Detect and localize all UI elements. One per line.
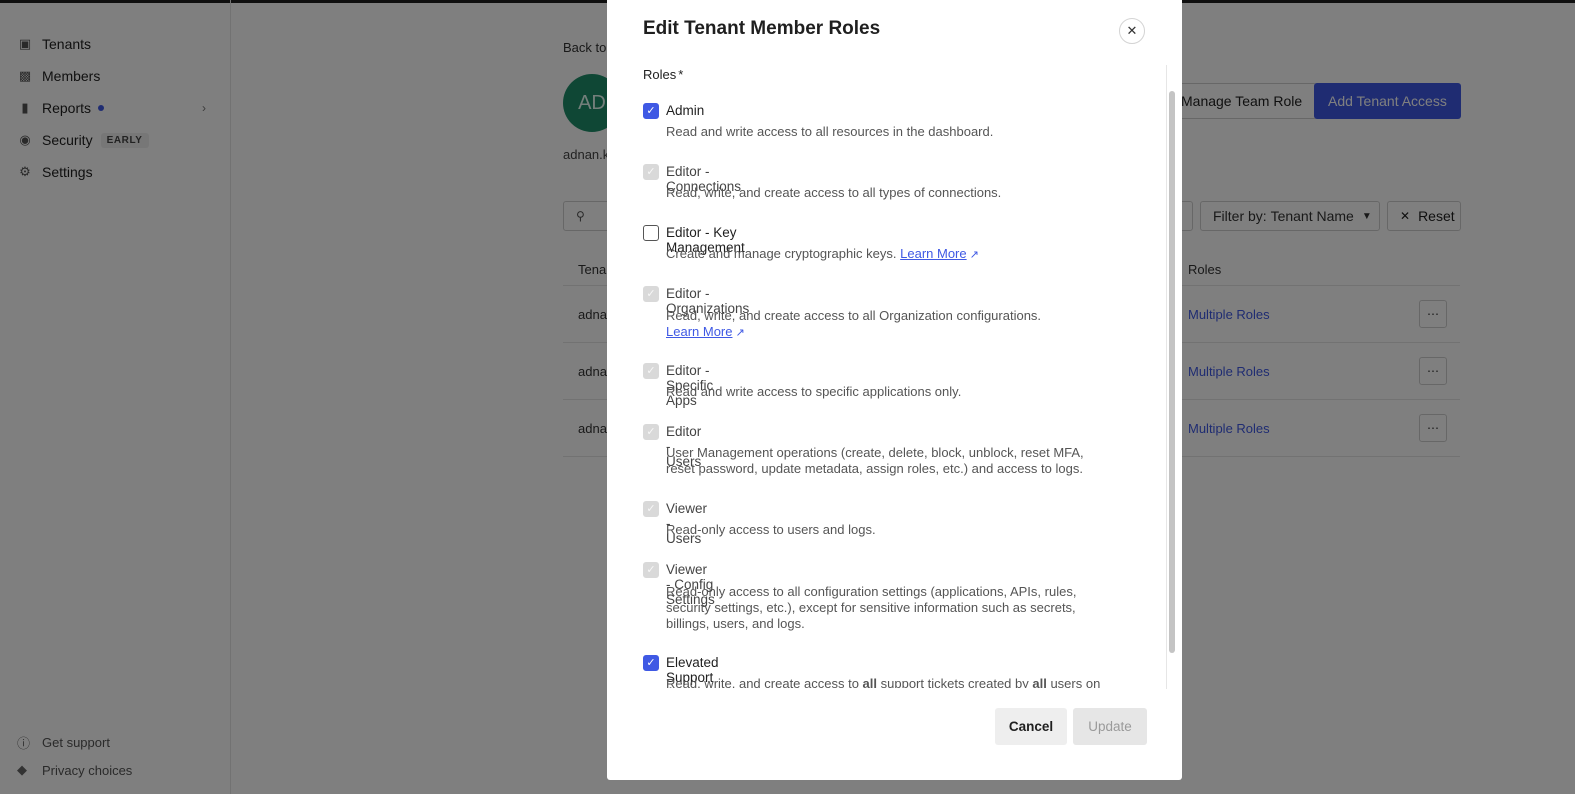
role-description: Read and write access to specific applic… [666,384,962,399]
scrollbar-thumb[interactable] [1169,91,1175,653]
checkbox-checked[interactable]: ✓ [643,655,659,671]
learn-more-link[interactable]: Learn More [900,246,966,261]
dialog-title: Edit Tenant Member Roles [643,18,881,39]
update-button[interactable]: Update [1073,708,1147,745]
checkbox-disabled: ✓ [643,424,659,440]
role-description: Create and manage cryptographic keys. Le… [666,246,979,261]
cancel-button[interactable]: Cancel [995,708,1067,745]
role-description: Read, write, and create access to all Or… [666,308,1042,339]
external-link-icon: ↗ [969,249,979,261]
checkbox-checked[interactable]: ✓ [643,103,659,119]
close-button[interactable]: ✕ [1119,18,1145,44]
checkbox-disabled: ✓ [643,501,659,517]
external-link-icon: ↗ [735,327,745,339]
role-description: Read, write, and create access to all ty… [666,185,1002,200]
learn-more-link[interactable]: Learn More [666,324,732,339]
close-icon: ✕ [1126,23,1138,38]
role-name: Admin [666,103,705,118]
roles-list[interactable]: ✓ Admin Read and write access to all res… [643,90,1133,688]
checkbox-disabled: ✓ [643,286,659,302]
scrollbar[interactable] [1166,65,1176,689]
role-description: Read-only access to users and logs. [666,522,876,537]
role-description: User Management operations (create, dele… [666,445,1084,476]
checkbox-unchecked[interactable] [643,225,659,241]
checkbox-disabled: ✓ [643,562,659,578]
role-description: Read, write, and create access to all su… [666,676,1101,688]
role-description: Read and write access to all resources i… [666,124,994,139]
checkbox-disabled: ✓ [643,164,659,180]
edit-roles-dialog: Edit Tenant Member Roles ✕ Roles * ✓ Admi… [607,0,1182,780]
role-description: Read-only access to all configuration se… [666,584,1077,631]
checkbox-disabled: ✓ [643,363,659,379]
roles-label: Roles * [643,67,684,82]
